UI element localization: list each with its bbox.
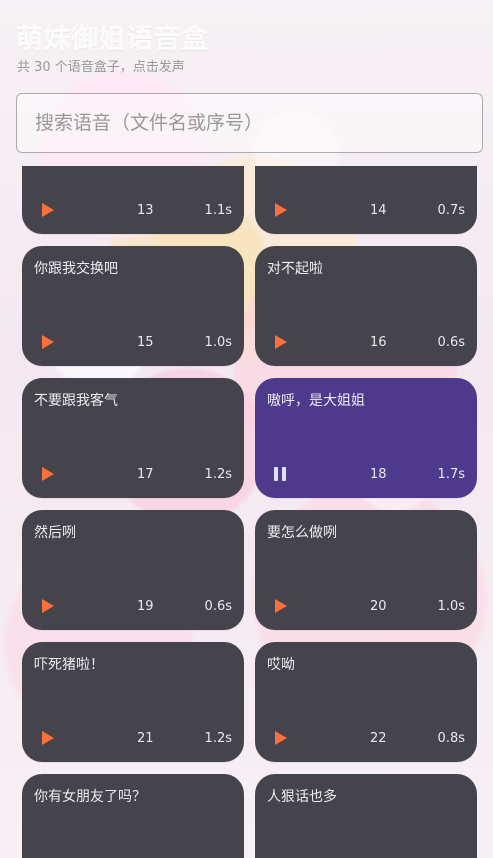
pause-bar xyxy=(282,467,286,481)
voice-name: 你有女朋友了吗？ xyxy=(34,789,146,805)
voice-controls: 19 0.6s xyxy=(36,596,232,616)
voice-card[interactable]: 人狠话也多 xyxy=(255,774,477,858)
pause-button[interactable] xyxy=(269,463,291,485)
voice-duration: 1.0s xyxy=(204,334,232,350)
voice-index: 17 xyxy=(137,466,154,482)
voice-controls: 21 1.2s xyxy=(36,728,232,748)
voice-duration: 1.2s xyxy=(204,466,232,482)
voice-grid: 13 1.1s 14 0.7s 你跟我交换吧 15 1.0s 对不起啦 16 0… xyxy=(22,166,477,858)
search-input[interactable] xyxy=(17,94,493,152)
voice-controls: 18 1.7s xyxy=(269,464,465,484)
play-button[interactable] xyxy=(36,199,58,221)
pause-bar xyxy=(274,467,278,481)
voice-grid-viewport: 13 1.1s 14 0.7s 你跟我交换吧 15 1.0s 对不起啦 16 0… xyxy=(0,166,493,858)
play-icon xyxy=(42,203,54,217)
voice-name: 人狠话也多 xyxy=(267,789,337,805)
voice-card[interactable]: 你有女朋友了吗？ xyxy=(22,774,244,858)
voice-controls: 22 0.8s xyxy=(269,728,465,748)
voice-card-playing[interactable]: 嗷呼，是大姐姐 18 1.7s xyxy=(255,378,477,498)
pause-icon xyxy=(274,467,286,481)
search-field[interactable] xyxy=(16,93,493,153)
voice-name: 要怎么做咧 xyxy=(267,525,337,541)
play-button[interactable] xyxy=(269,331,291,353)
voice-controls: 16 0.6s xyxy=(269,332,465,352)
voice-controls: 20 1.0s xyxy=(269,596,465,616)
voice-card[interactable]: 对不起啦 16 0.6s xyxy=(255,246,477,366)
play-button[interactable] xyxy=(269,199,291,221)
voice-index: 22 xyxy=(370,730,387,746)
play-icon xyxy=(42,335,54,349)
voice-index: 19 xyxy=(137,598,154,614)
voice-duration: 0.8s xyxy=(437,730,465,746)
play-icon xyxy=(275,335,287,349)
voice-name: 嗷呼，是大姐姐 xyxy=(267,393,365,409)
voice-index: 20 xyxy=(370,598,387,614)
voice-name: 对不起啦 xyxy=(267,261,323,277)
voice-name: 哎呦 xyxy=(267,657,295,673)
voice-duration: 1.0s xyxy=(437,598,465,614)
play-button[interactable] xyxy=(36,595,58,617)
voice-name: 不要跟我客气 xyxy=(34,393,118,409)
voice-card[interactable]: 13 1.1s xyxy=(22,166,244,234)
play-icon xyxy=(275,203,287,217)
voice-duration: 0.7s xyxy=(437,202,465,218)
play-button[interactable] xyxy=(36,727,58,749)
voice-duration: 1.2s xyxy=(204,730,232,746)
voice-index: 13 xyxy=(137,202,154,218)
voice-card[interactable]: 然后咧 19 0.6s xyxy=(22,510,244,630)
voice-index: 16 xyxy=(370,334,387,350)
play-icon xyxy=(275,599,287,613)
play-icon xyxy=(275,731,287,745)
voice-name: 你跟我交换吧 xyxy=(34,261,118,277)
play-icon xyxy=(42,467,54,481)
voice-card[interactable]: 吓死猪啦！ 21 1.2s xyxy=(22,642,244,762)
voice-index: 18 xyxy=(370,466,387,482)
app-title: 萌妹御姐语音盒 xyxy=(16,24,209,55)
voice-controls: 17 1.2s xyxy=(36,464,232,484)
app-subtitle: 共 30 个语音盒子，点击发声 xyxy=(17,60,185,75)
voice-controls: 13 1.1s xyxy=(36,200,232,220)
voice-index: 15 xyxy=(137,334,154,350)
play-icon xyxy=(42,731,54,745)
voice-duration: 1.1s xyxy=(204,202,232,218)
voice-card[interactable]: 你跟我交换吧 15 1.0s xyxy=(22,246,244,366)
play-button[interactable] xyxy=(269,595,291,617)
voice-controls: 15 1.0s xyxy=(36,332,232,352)
voice-duration: 1.7s xyxy=(437,466,465,482)
play-button[interactable] xyxy=(36,331,58,353)
voice-name: 然后咧 xyxy=(34,525,76,541)
voice-index: 14 xyxy=(370,202,387,218)
voice-duration: 0.6s xyxy=(437,334,465,350)
voice-card[interactable]: 哎呦 22 0.8s xyxy=(255,642,477,762)
voice-card[interactable]: 要怎么做咧 20 1.0s xyxy=(255,510,477,630)
voice-duration: 0.6s xyxy=(204,598,232,614)
voice-controls: 14 0.7s xyxy=(269,200,465,220)
play-button[interactable] xyxy=(269,727,291,749)
voice-index: 21 xyxy=(137,730,154,746)
play-icon xyxy=(42,599,54,613)
voice-card[interactable]: 不要跟我客气 17 1.2s xyxy=(22,378,244,498)
play-button[interactable] xyxy=(36,463,58,485)
voice-name: 吓死猪啦！ xyxy=(34,657,104,673)
voice-card[interactable]: 14 0.7s xyxy=(255,166,477,234)
